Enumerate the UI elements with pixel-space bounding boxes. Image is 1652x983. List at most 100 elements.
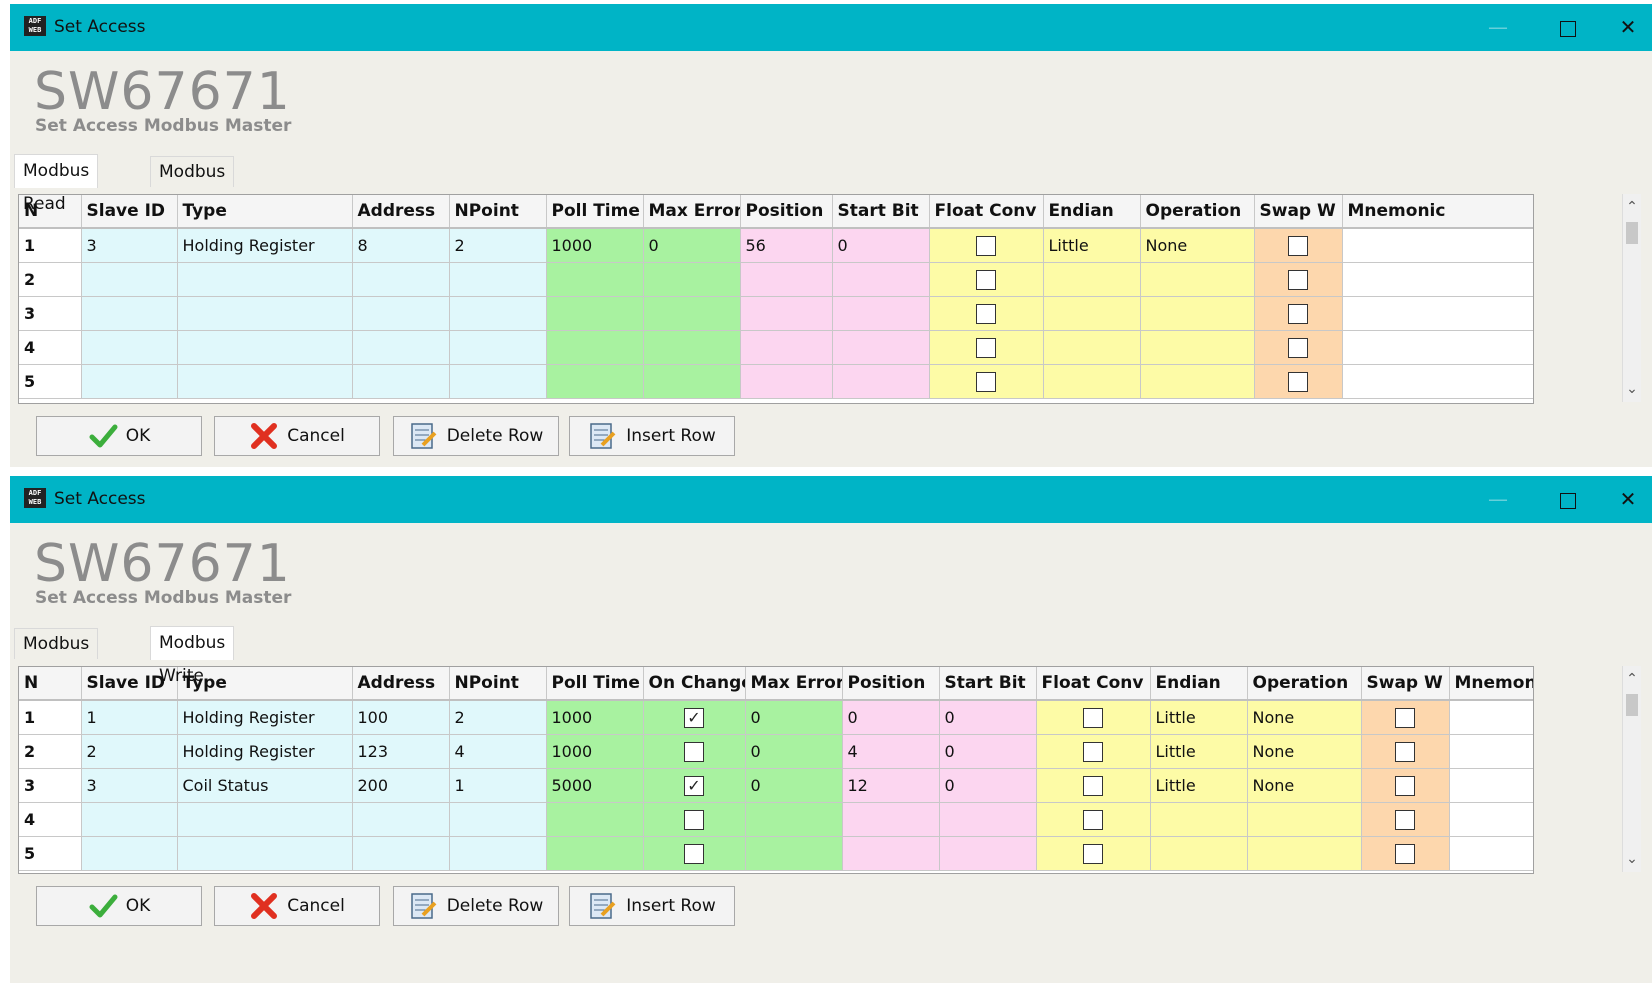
cell-on-change[interactable]: ✓ xyxy=(643,700,746,735)
title-bar[interactable]: ADF WEB Set Access — ✕ xyxy=(10,4,1652,51)
cell-endian[interactable]: Little xyxy=(1150,768,1248,803)
column-header-operation[interactable]: Operation xyxy=(1140,195,1255,229)
cell-type[interactable]: Holding Register xyxy=(177,734,353,769)
column-header-endian[interactable]: Endian xyxy=(1043,195,1141,229)
table-row[interactable]: 3 3 Coil Status 200 1 5000 ✓ 0 12 0 Little None xyxy=(19,768,1533,803)
cell-operation[interactable] xyxy=(1140,296,1255,331)
cell-start-bit[interactable]: 0 xyxy=(939,700,1037,735)
float-conv-checkbox[interactable] xyxy=(1083,809,1103,830)
close-icon[interactable]: ✕ xyxy=(1604,484,1652,514)
cell-address[interactable]: 200 xyxy=(352,768,450,803)
column-header-npoint[interactable]: NPoint xyxy=(449,195,547,229)
float-conv-checkbox[interactable] xyxy=(976,235,996,256)
float-conv-checkbox[interactable] xyxy=(976,371,996,392)
column-header-slave-id[interactable]: Slave ID xyxy=(81,195,178,229)
cell-max-error[interactable]: 0 xyxy=(745,768,843,803)
cell-address[interactable] xyxy=(352,262,450,297)
cell-endian[interactable]: Little xyxy=(1150,700,1248,735)
cell-position[interactable] xyxy=(740,296,833,331)
cell-start-bit[interactable]: 0 xyxy=(832,228,930,263)
cell-float-conv[interactable] xyxy=(929,364,1044,399)
cell-start-bit[interactable]: 0 xyxy=(939,734,1037,769)
table-row[interactable]: 1 1 Holding Register 100 2 1000 ✓ 0 0 0 Little None xyxy=(19,700,1533,735)
cancel-button[interactable]: Cancel xyxy=(214,416,380,456)
cell-operation[interactable] xyxy=(1140,330,1255,365)
column-header-on-change[interactable]: On Change xyxy=(643,667,746,701)
swap-w-checkbox[interactable] xyxy=(1288,303,1308,324)
cell-position[interactable] xyxy=(740,262,833,297)
cell-endian[interactable]: Little xyxy=(1150,734,1248,769)
on-change-checkbox[interactable] xyxy=(684,741,704,762)
cell-float-conv[interactable] xyxy=(1036,802,1151,837)
cell-poll-time[interactable]: 1000 xyxy=(546,228,644,263)
tab-modbus-write[interactable]: Modbus Write xyxy=(150,626,235,686)
cell-max-error[interactable] xyxy=(643,330,741,365)
cell-poll-time[interactable]: 5000 xyxy=(546,768,644,803)
cell-mnemonic[interactable] xyxy=(1342,364,1533,399)
cell-mnemonic[interactable] xyxy=(1449,836,1533,871)
cell-npoint[interactable] xyxy=(449,330,547,365)
cell-slave-id[interactable]: 1 xyxy=(81,700,178,735)
cell-swap-w[interactable] xyxy=(1361,768,1450,803)
cell-max-error[interactable] xyxy=(643,296,741,331)
cell-position[interactable] xyxy=(740,364,833,399)
swap-w-checkbox[interactable] xyxy=(1395,707,1415,728)
cell-slave-id[interactable] xyxy=(81,364,178,399)
cell-slave-id[interactable] xyxy=(81,836,178,871)
cell-operation[interactable] xyxy=(1247,802,1362,837)
cell-mnemonic[interactable] xyxy=(1342,228,1533,263)
cell-position[interactable]: 0 xyxy=(842,700,940,735)
float-conv-checkbox[interactable] xyxy=(1083,775,1103,796)
table-row[interactable]: 5 xyxy=(19,364,1533,399)
cell-max-error[interactable] xyxy=(745,802,843,837)
cell-start-bit[interactable] xyxy=(832,364,930,399)
cell-position[interactable]: 4 xyxy=(842,734,940,769)
cell-on-change[interactable]: ✓ xyxy=(643,768,746,803)
cell-type[interactable]: Coil Status xyxy=(177,768,353,803)
cell-swap-w[interactable] xyxy=(1361,734,1450,769)
float-conv-checkbox[interactable] xyxy=(1083,843,1103,864)
cell-swap-w[interactable] xyxy=(1361,802,1450,837)
cell-npoint[interactable]: 4 xyxy=(449,734,547,769)
cell-slave-id[interactable] xyxy=(81,296,178,331)
vertical-scrollbar[interactable]: ⌃ ⌄ xyxy=(1622,666,1641,872)
cell-slave-id[interactable] xyxy=(81,330,178,365)
column-header-float-conv[interactable]: Float Conv xyxy=(1036,667,1151,701)
float-conv-checkbox[interactable] xyxy=(1083,707,1103,728)
swap-w-checkbox[interactable] xyxy=(1395,775,1415,796)
cell-type[interactable] xyxy=(177,262,353,297)
insert-row-button[interactable]: Insert Row xyxy=(569,416,735,456)
column-header-address[interactable]: Address xyxy=(352,195,450,229)
cell-operation[interactable] xyxy=(1247,836,1362,871)
on-change-checkbox[interactable] xyxy=(684,843,704,864)
cell-position[interactable] xyxy=(740,330,833,365)
on-change-checkbox[interactable]: ✓ xyxy=(684,707,704,728)
vertical-scrollbar[interactable]: ⌃ ⌄ xyxy=(1622,194,1641,402)
cell-endian[interactable] xyxy=(1043,262,1141,297)
cell-type[interactable] xyxy=(177,364,353,399)
cell-start-bit[interactable]: 0 xyxy=(939,768,1037,803)
cancel-button[interactable]: Cancel xyxy=(214,886,380,926)
cell-address[interactable]: 100 xyxy=(352,700,450,735)
maximize-icon[interactable] xyxy=(1544,484,1592,514)
maximize-icon[interactable] xyxy=(1544,12,1592,42)
cell-npoint[interactable]: 1 xyxy=(449,768,547,803)
cell-poll-time[interactable]: 1000 xyxy=(546,700,644,735)
minimize-icon[interactable]: — xyxy=(1474,484,1522,514)
cell-start-bit[interactable] xyxy=(832,296,930,331)
cell-type[interactable] xyxy=(177,802,353,837)
cell-type[interactable]: Holding Register xyxy=(177,700,353,735)
column-header-n[interactable]: N xyxy=(19,667,82,701)
table-row[interactable]: 5 xyxy=(19,836,1533,871)
table-row[interactable]: 3 xyxy=(19,296,1533,331)
on-change-checkbox[interactable]: ✓ xyxy=(684,775,704,796)
column-header-endian[interactable]: Endian xyxy=(1150,667,1248,701)
cell-start-bit[interactable] xyxy=(832,330,930,365)
float-conv-checkbox[interactable] xyxy=(976,303,996,324)
cell-address[interactable] xyxy=(352,836,450,871)
cell-mnemonic[interactable] xyxy=(1342,262,1533,297)
cell-max-error[interactable]: 0 xyxy=(745,734,843,769)
cell-npoint[interactable] xyxy=(449,296,547,331)
table-row[interactable]: 1 3 Holding Register 8 2 1000 0 56 0 Little None xyxy=(19,228,1533,263)
cell-swap-w[interactable] xyxy=(1254,296,1343,331)
